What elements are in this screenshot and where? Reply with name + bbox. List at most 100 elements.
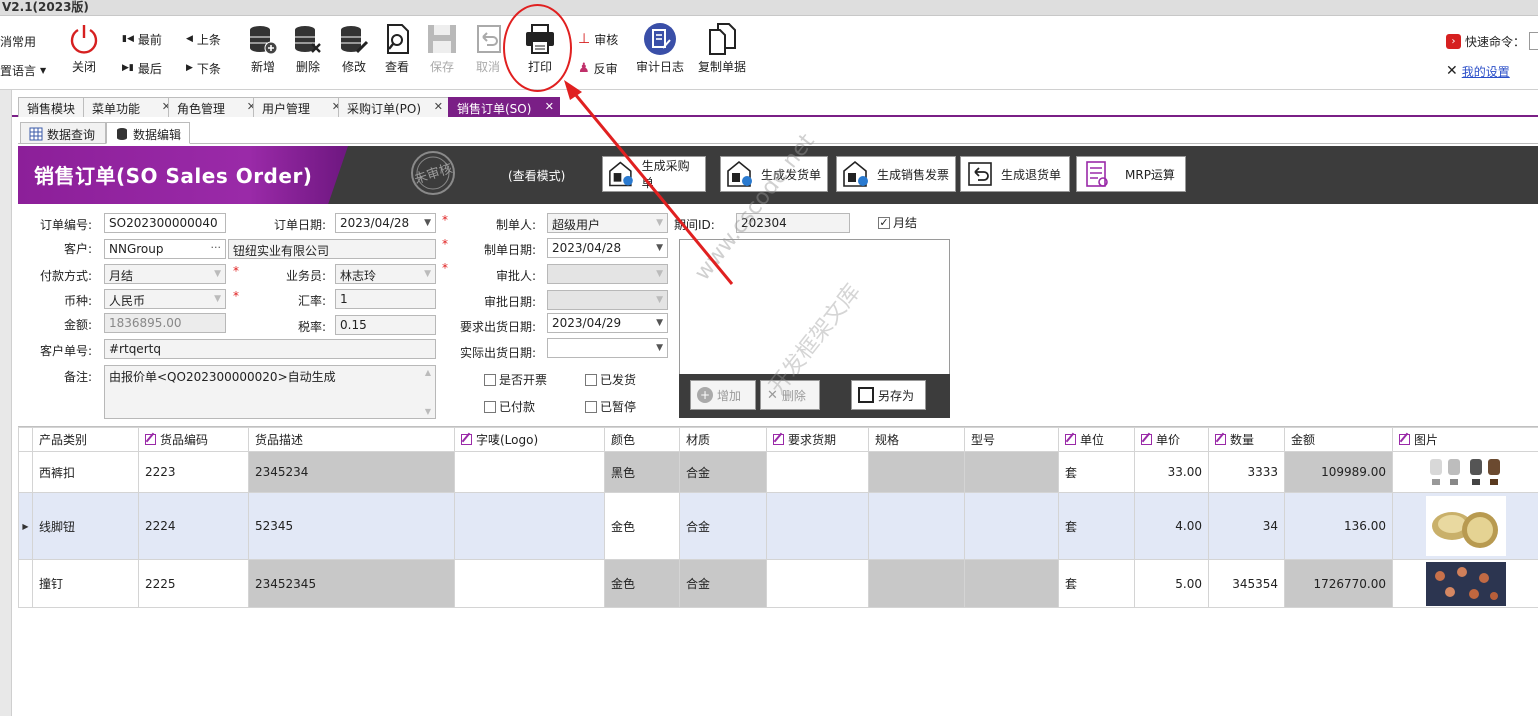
save-button[interactable]: 保存 — [418, 20, 466, 84]
cell-amount[interactable]: 136.00 — [1284, 492, 1393, 560]
col-spec[interactable]: 规格 — [868, 427, 965, 452]
close-icon[interactable]: ✕ — [434, 100, 443, 113]
cell-model[interactable] — [964, 559, 1059, 608]
col-model[interactable]: 型号 — [964, 427, 1059, 452]
cell-material[interactable]: 合金 — [679, 451, 767, 493]
col-due[interactable]: 要求货期 — [766, 427, 869, 452]
cell-image[interactable] — [1392, 492, 1538, 560]
remark-field[interactable]: 由报价单<QO202300000020>自动生成 ▲ ▼ — [104, 365, 436, 419]
chevron-down-icon[interactable]: ▼ — [656, 318, 663, 328]
cell-desc[interactable]: 23452345 — [248, 559, 455, 608]
quick-command-input[interactable] — [1529, 32, 1538, 50]
cell-material[interactable]: 合金 — [679, 492, 767, 560]
rate-field[interactable]: 1 — [335, 289, 436, 309]
col-code[interactable]: 货品编码 — [138, 427, 249, 452]
row-indicator[interactable]: ▶ — [18, 492, 33, 560]
add-button[interactable]: 新增 — [239, 20, 287, 84]
cell-due[interactable] — [766, 451, 869, 493]
scroll-up-icon[interactable]: ▲ — [425, 368, 431, 377]
col-material[interactable]: 材质 — [679, 427, 767, 452]
cell-unit[interactable]: 套 — [1058, 559, 1135, 608]
cell-model[interactable] — [964, 492, 1059, 560]
paused-checkbox[interactable]: 已暂停 — [585, 398, 636, 415]
table-row[interactable]: 撞钉 2225 23452345 金色 合金 套 5.00 345354 172… — [18, 559, 1538, 608]
quick-command[interactable]: › 快速命令： — [1446, 31, 1538, 51]
cell-qty[interactable]: 345354 — [1208, 559, 1285, 608]
tab-menu-function[interactable]: 菜单功能 ✕ — [83, 97, 177, 117]
cell-desc[interactable]: 52345 — [248, 492, 455, 560]
tab-data-query[interactable]: 数据查询 — [20, 122, 106, 144]
invoiced-checkbox[interactable]: 是否开票 — [484, 371, 547, 388]
ellipsis-icon[interactable]: ··· — [211, 241, 222, 254]
shipped-checkbox[interactable]: 已发货 — [585, 371, 636, 388]
cell-logo[interactable] — [454, 559, 605, 608]
table-row[interactable]: ▶ 线脚钮 2224 52345 金色 合金 套 4.00 34 136.00 — [18, 492, 1538, 560]
customer-code-field[interactable]: NNGroup ··· — [104, 239, 226, 259]
col-color[interactable]: 颜色 — [604, 427, 680, 452]
cell-unit[interactable]: 套 — [1058, 492, 1135, 560]
col-qty[interactable]: 数量 — [1208, 427, 1285, 452]
cell-category[interactable]: 撞钉 — [32, 559, 139, 608]
approve-button[interactable]: ⊥ 审核 — [578, 29, 618, 49]
prev-button[interactable]: ◀ 上条 — [186, 29, 221, 49]
next-button[interactable]: ▶ 下条 — [186, 58, 221, 78]
cell-spec[interactable] — [868, 451, 965, 493]
cell-code[interactable]: 2224 — [138, 492, 249, 560]
cell-due[interactable] — [766, 559, 869, 608]
cell-category[interactable]: 西裤扣 — [32, 451, 139, 493]
currency-select[interactable]: 人民币 ▼ — [104, 289, 226, 309]
customer-order-field[interactable]: #rtqertq — [104, 339, 436, 359]
cell-price[interactable]: 4.00 — [1134, 492, 1209, 560]
delete-button[interactable]: 删除 — [284, 20, 332, 84]
row-indicator[interactable] — [18, 559, 33, 608]
unapprove-button[interactable]: ♟ 反审 — [578, 58, 618, 78]
cell-qty[interactable]: 3333 — [1208, 451, 1285, 493]
table-row[interactable]: 西裤扣 2223 2345234 黑色 合金 套 33.00 3333 1099… — [18, 451, 1538, 493]
cell-category[interactable]: 线脚钮 — [32, 492, 139, 560]
cell-material[interactable]: 合金 — [679, 559, 767, 608]
scroll-down-icon[interactable]: ▼ — [425, 407, 431, 416]
image-save-as-button[interactable]: 另存为 — [851, 380, 926, 410]
close-button[interactable]: 关闭 — [60, 20, 108, 84]
col-category[interactable]: 产品类别 — [32, 427, 139, 452]
language-menu[interactable]: 置语言 ▼ — [0, 60, 46, 80]
cell-logo[interactable] — [454, 492, 605, 560]
cell-color[interactable]: 金色 — [604, 492, 680, 560]
col-price[interactable]: 单价 — [1134, 427, 1209, 452]
tab-user-management[interactable]: 用户管理 ✕ — [253, 97, 347, 117]
cell-code[interactable]: 2225 — [138, 559, 249, 608]
my-settings-link[interactable]: ✕ 我的设置 — [1446, 61, 1510, 81]
cell-spec[interactable] — [868, 492, 965, 560]
cell-amount[interactable]: 109989.00 — [1284, 451, 1393, 493]
first-button[interactable]: ▮◀ 最前 — [122, 29, 162, 49]
cell-color[interactable]: 金色 — [604, 559, 680, 608]
generate-return-button[interactable]: 生成退货单 — [960, 156, 1070, 192]
cell-spec[interactable] — [868, 559, 965, 608]
col-image[interactable]: 图片 — [1392, 427, 1538, 452]
cell-image[interactable] — [1392, 451, 1538, 493]
modify-button[interactable]: 修改 — [330, 20, 378, 84]
tab-purchase-order[interactable]: 采购订单(PO) ✕ — [338, 97, 449, 117]
actual-ship-field[interactable]: ▼ — [547, 338, 668, 358]
chevron-down-icon[interactable]: ▼ — [424, 218, 431, 228]
cell-image[interactable] — [1392, 559, 1538, 608]
paid-checkbox[interactable]: 已付款 — [484, 398, 535, 415]
tab-role-management[interactable]: 角色管理 ✕ — [168, 97, 262, 117]
customer-name-field[interactable]: 钮纽实业有限公司 — [228, 239, 436, 259]
audit-log-button[interactable]: 审计日志 — [634, 20, 686, 84]
cell-code[interactable]: 2223 — [138, 451, 249, 493]
last-button[interactable]: ▶▮ 最后 — [122, 58, 162, 78]
cell-price[interactable]: 5.00 — [1134, 559, 1209, 608]
chevron-down-icon[interactable]: ▼ — [656, 343, 663, 353]
tab-sales-order[interactable]: 销售订单(SO) ✕ — [448, 97, 560, 117]
cell-desc[interactable]: 2345234 — [248, 451, 455, 493]
mrp-button[interactable]: MRP运算 — [1076, 156, 1186, 192]
order-date-field[interactable]: 2023/04/28 ▼ — [335, 213, 436, 233]
tab-data-edit[interactable]: 数据编辑 — [106, 122, 190, 144]
payment-select[interactable]: 月结 ▼ — [104, 264, 226, 284]
salesman-select[interactable]: 林志玲 ▼ — [335, 264, 436, 284]
cell-due[interactable] — [766, 492, 869, 560]
order-no-field[interactable]: SO202300000040 — [104, 213, 226, 233]
col-unit[interactable]: 单位 — [1058, 427, 1135, 452]
col-amount[interactable]: 金额 — [1284, 427, 1393, 452]
